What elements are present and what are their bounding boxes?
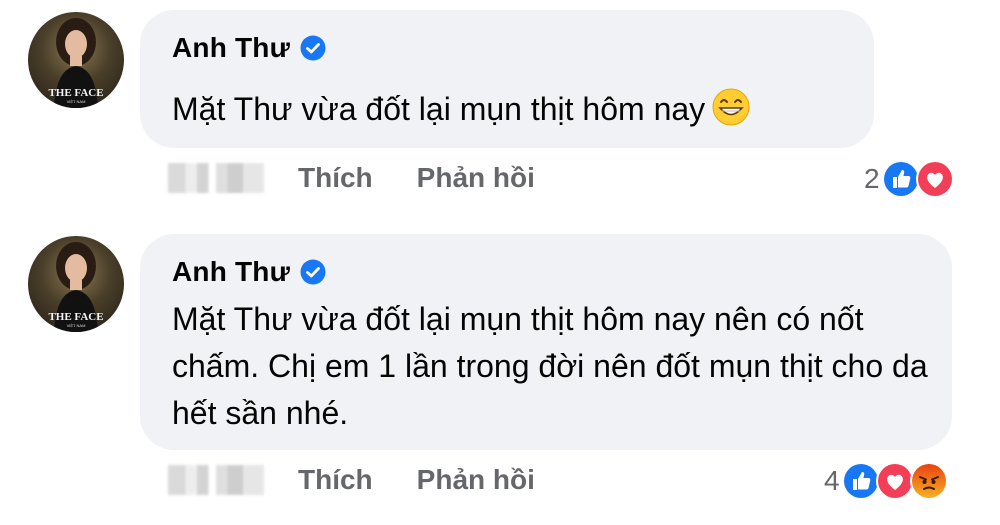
comment-text-body: Mặt Thư vừa đốt lại mụn thịt hôm nay (172, 91, 706, 127)
comment-text: Mặt Thư vừa đốt lại mụn thịt hôm nay (172, 86, 872, 133)
timestamp-blurred (168, 163, 264, 193)
avatar-sub-text: VIỆT NAM (67, 99, 86, 104)
author-name[interactable]: Anh Thư (172, 256, 290, 288)
author-row: Anh Thư (172, 256, 326, 288)
love-icon (915, 160, 954, 198)
verified-badge-icon (300, 259, 326, 285)
avatar-brand-text: THE FACE (48, 87, 103, 99)
author-name[interactable]: Anh Thư (172, 32, 290, 64)
like-icon (881, 160, 920, 198)
comment: THE FACE VIỆT NAM Anh Thư Mặt Thư vừa đố… (0, 220, 1000, 525)
verified-badge-icon (300, 35, 326, 61)
author-row: Anh Thư (172, 32, 326, 64)
comment-bubble: Anh Thư Mặt Thư vừa đốt lại mụn thịt hôm… (140, 10, 874, 148)
love-icon (875, 462, 914, 500)
avatar[interactable]: THE FACE VIỆT NAM (28, 236, 124, 332)
reaction-summary[interactable]: 4 (824, 462, 948, 500)
like-icon (841, 462, 880, 500)
comment-text: Mặt Thư vừa đốt lại mụn thịt hôm nay nên… (172, 301, 928, 431)
reaction-count: 2 (864, 163, 880, 194)
comment-actions: Thích Phản hồi (168, 464, 579, 496)
reply-button[interactable]: Phản hồi (417, 464, 535, 496)
comment-actions: Thích Phản hồi (168, 162, 579, 194)
avatar-brand-text: THE FACE (48, 311, 103, 323)
angry-icon (909, 462, 948, 500)
avatar[interactable]: THE FACE VIỆT NAM (28, 12, 124, 108)
timestamp-blurred (168, 465, 264, 495)
comment: THE FACE VIỆT NAM Anh Thư Mặt Thư vừa đố… (0, 0, 1000, 220)
grinning-emoji-icon (711, 87, 751, 127)
avatar-photo: THE FACE VIỆT NAM (48, 242, 104, 332)
reaction-count: 4 (824, 465, 840, 496)
like-button[interactable]: Thích (298, 464, 373, 496)
avatar-photo: THE FACE VIỆT NAM (48, 18, 104, 108)
avatar-sub-text: VIỆT NAM (67, 323, 86, 328)
reply-button[interactable]: Phản hồi (417, 162, 535, 194)
like-button[interactable]: Thích (298, 162, 373, 194)
comment-bubble: Anh Thư Mặt Thư vừa đốt lại mụn thịt hôm… (140, 234, 952, 450)
reaction-summary[interactable]: 2 (864, 160, 954, 198)
